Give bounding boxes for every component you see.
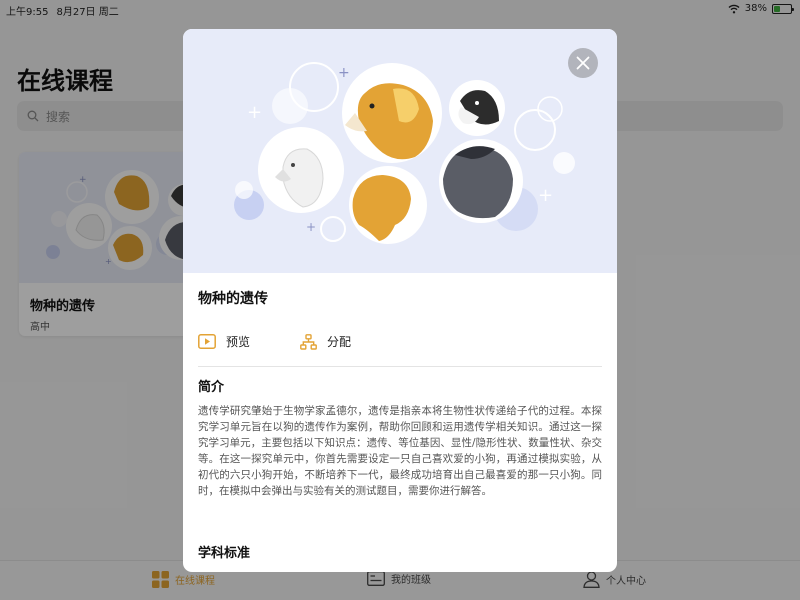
standards-heading: 学科标准 xyxy=(198,546,251,561)
play-icon xyxy=(198,334,216,349)
intro-heading: 简介 xyxy=(198,380,225,395)
svg-text:+: + xyxy=(338,65,350,81)
svg-text:+: + xyxy=(538,185,553,206)
hierarchy-icon xyxy=(300,333,317,350)
divider xyxy=(198,366,602,367)
svg-text:+: + xyxy=(306,220,316,234)
close-button[interactable] xyxy=(568,48,598,78)
modal-actions: 预览 分配 xyxy=(198,333,351,350)
assign-button[interactable]: 分配 xyxy=(300,333,351,350)
preview-label: 预览 xyxy=(226,335,251,349)
modal-title: 物种的遗传 xyxy=(198,291,268,307)
close-icon xyxy=(576,56,590,70)
preview-button[interactable]: 预览 xyxy=(198,333,250,350)
svg-text:+: + xyxy=(247,102,262,123)
intro-text: 遗传学研究肇始于生物学家孟德尔，遗传是指亲本将生物性状传递给子代的过程。本探究学… xyxy=(198,405,602,497)
course-detail-modal: + + + + 物种的遗传 预览 分配 简介 遗传学研究肇始于生物学家孟德尔，遗… xyxy=(183,29,617,572)
course-hero-illustration: + + + + xyxy=(183,29,617,273)
assign-label: 分配 xyxy=(327,335,352,349)
